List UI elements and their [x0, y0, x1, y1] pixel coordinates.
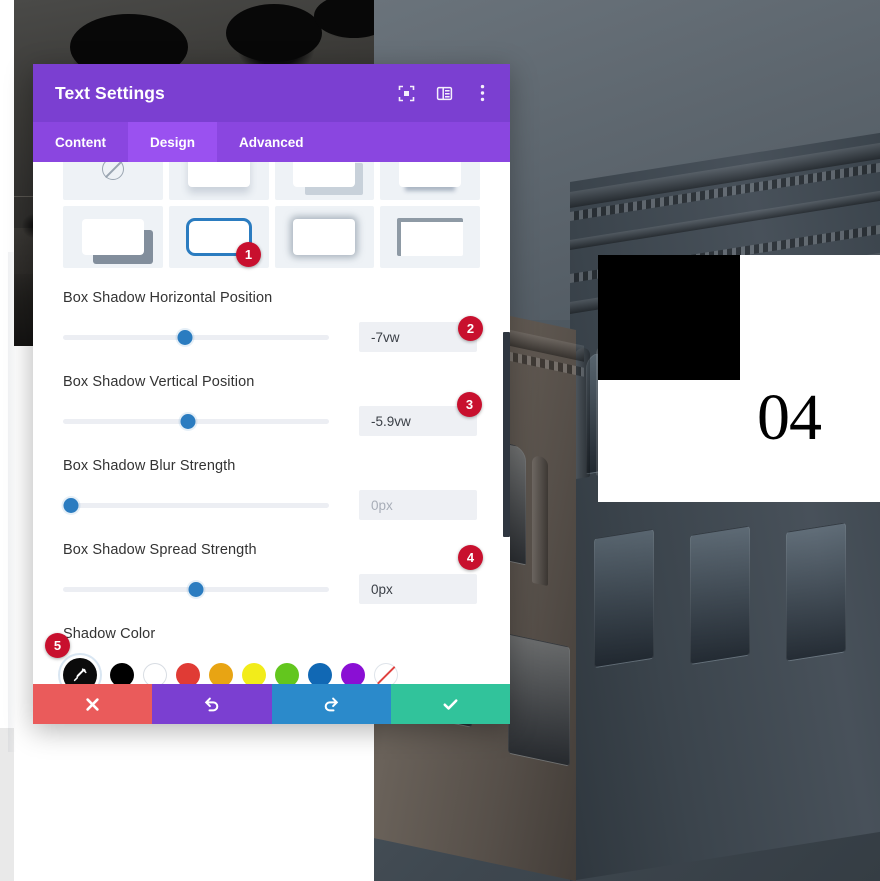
save-button[interactable] [390, 684, 510, 724]
black-square-block [598, 255, 740, 380]
control-label: Box Shadow Vertical Position [63, 374, 255, 390]
control-box-shadow-horizontal-position: Box Shadow Horizontal Position -7vw [63, 290, 480, 352]
modal-tabs: Content Design Advanced [33, 122, 510, 162]
control-box-shadow-vertical-position: Box Shadow Vertical Position -5.9vw [63, 374, 480, 436]
palm-frond [314, 0, 374, 38]
preset-glow[interactable] [274, 206, 375, 268]
modal-title: Text Settings [55, 82, 165, 103]
more-vertical-icon[interactable] [472, 83, 492, 103]
preset-none[interactable] [63, 162, 163, 200]
focus-target-icon[interactable] [396, 83, 416, 103]
settings-scroll-area: Box Shadow Horizontal Position -7vw Box … [33, 162, 510, 684]
slider-track [63, 418, 329, 424]
red-swatch[interactable] [176, 663, 200, 684]
vertical-position-slider[interactable] [63, 412, 329, 430]
green-swatch[interactable] [275, 663, 299, 684]
control-label: Box Shadow Spread Strength [63, 542, 257, 558]
slider-track [63, 502, 329, 508]
redo-icon [324, 697, 338, 711]
preset-drop-soft[interactable] [168, 162, 269, 200]
number-label: 04 [757, 381, 822, 454]
annotation-badge-3: 3 [457, 392, 482, 417]
page-edge-shadow [8, 252, 16, 752]
window [594, 528, 654, 669]
blur-strength-input[interactable]: 0px [359, 490, 477, 520]
slider-thumb[interactable] [63, 497, 79, 513]
scrollbar-thumb[interactable] [503, 332, 510, 537]
control-shadow-color: Shadow Color [63, 626, 480, 684]
undo-button[interactable] [152, 684, 272, 724]
slider-track [63, 334, 329, 340]
horizontal-position-slider[interactable] [63, 328, 329, 346]
annotation-badge-1: 1 [236, 242, 261, 267]
spread-strength-input[interactable]: 0px [359, 574, 477, 604]
panel-layout-icon[interactable] [434, 83, 454, 103]
transparent-swatch[interactable] [374, 663, 398, 684]
slider-thumb[interactable] [177, 329, 193, 345]
preset-drop-offset[interactable] [274, 162, 375, 200]
undo-icon [205, 697, 219, 711]
black-swatch[interactable] [110, 663, 134, 684]
white-block-under-square [598, 380, 740, 502]
preset-drop-bottom[interactable] [380, 162, 480, 200]
annotation-badge-4: 4 [458, 545, 483, 570]
save-check-icon [443, 698, 458, 710]
modal-header-actions [396, 83, 492, 103]
palm-frond [226, 4, 322, 62]
control-label: Box Shadow Blur Strength [63, 458, 236, 474]
control-label: Box Shadow Horizontal Position [63, 290, 273, 306]
tab-advanced[interactable]: Advanced [217, 122, 326, 162]
redo-button[interactable] [271, 684, 391, 724]
window [786, 522, 846, 662]
control-box-shadow-blur-strength: Box Shadow Blur Strength 0px [63, 458, 480, 520]
blur-strength-slider[interactable] [63, 496, 329, 514]
eyedropper-swatch[interactable] [63, 658, 97, 684]
white-swatch[interactable] [143, 663, 167, 684]
modal-header: Text Settings [33, 64, 510, 122]
preset-corner-line[interactable] [380, 206, 480, 268]
preset-drop-hard[interactable] [63, 206, 163, 268]
control-box-shadow-spread-strength: Box Shadow Spread Strength 0px [63, 542, 480, 604]
settings-scrollbar[interactable] [503, 162, 510, 684]
annotation-badge-2: 2 [458, 316, 483, 341]
spread-strength-slider[interactable] [63, 580, 329, 598]
shadow-color-label: Shadow Color [63, 626, 156, 642]
window [508, 633, 570, 767]
cancel-icon [86, 697, 99, 711]
tab-design[interactable]: Design [128, 122, 218, 162]
yellow-swatch[interactable] [242, 663, 266, 684]
screenshot-stage: 04 Text Settings Content Design Advanced… [0, 0, 880, 881]
annotation-badge-5: 5 [45, 633, 70, 658]
modal-body: Box Shadow Horizontal Position -7vw Box … [33, 162, 510, 684]
column-group [532, 454, 548, 587]
cancel-button[interactable] [33, 684, 153, 724]
orange-swatch[interactable] [209, 663, 233, 684]
tab-content[interactable]: Content [33, 122, 128, 162]
slider-thumb[interactable] [188, 581, 204, 597]
purple-swatch[interactable] [341, 663, 365, 684]
slider-thumb[interactable] [180, 413, 196, 429]
blue-swatch[interactable] [308, 663, 332, 684]
window [690, 525, 750, 665]
shadow-color-swatches [63, 658, 480, 684]
modal-footer [33, 684, 510, 724]
number-card [740, 255, 880, 502]
text-settings-modal: Text Settings Content Design Advanced Bo… [33, 64, 510, 724]
box-shadow-preset-grid [63, 162, 480, 268]
no-shadow-icon [101, 162, 124, 180]
building-right-facade [570, 129, 880, 881]
